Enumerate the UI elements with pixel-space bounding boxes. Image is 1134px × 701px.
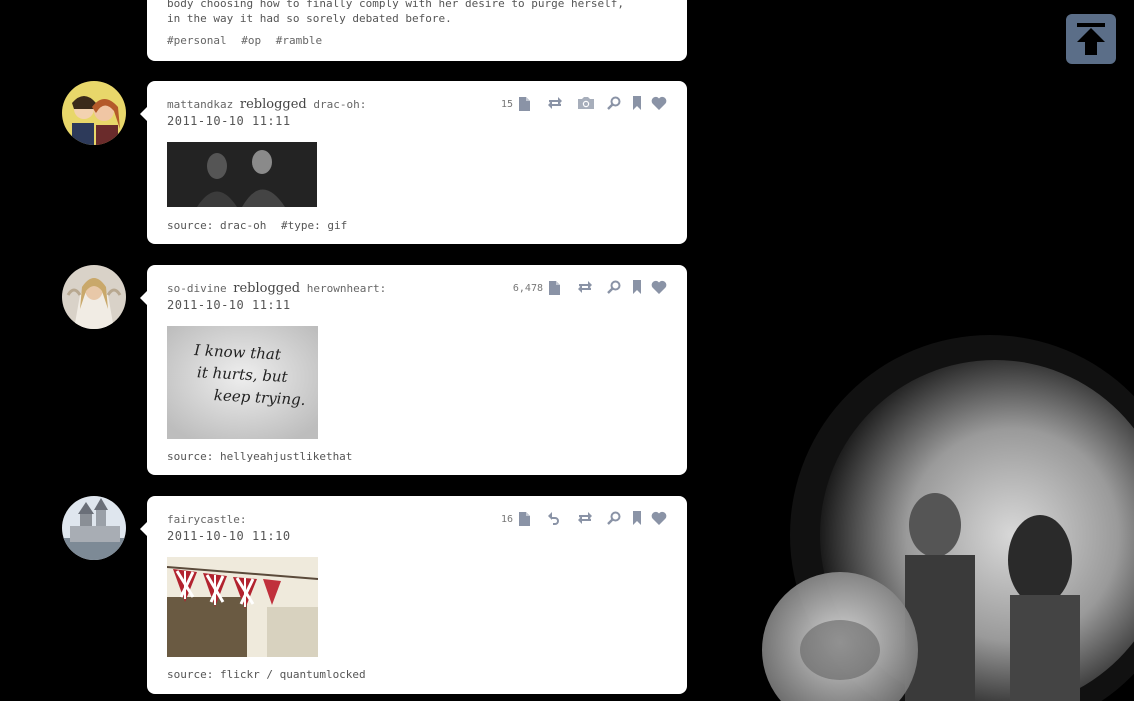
- post-date[interactable]: 2011-10-10 11:11: [167, 297, 386, 314]
- post-image[interactable]: [167, 557, 318, 657]
- reblog-verb: reblogged: [239, 97, 307, 112]
- tag-link[interactable]: #type: gif: [281, 219, 347, 232]
- heart-icon[interactable]: [651, 511, 669, 527]
- post-card-top: body choosing how to finally comply with…: [147, 0, 687, 61]
- post-meta: mattandkaz reblogged drac-oh: 2011-10-10…: [167, 96, 366, 130]
- heart-icon[interactable]: [651, 280, 669, 296]
- post-text-line: body choosing how to finally comply with…: [167, 0, 624, 10]
- reply-icon[interactable]: [547, 511, 565, 527]
- background-art: [762, 335, 1134, 701]
- reblog-icon[interactable]: [547, 96, 565, 112]
- post-caption: source: flickr / quantumlocked: [167, 668, 366, 681]
- search-icon[interactable]: [607, 96, 625, 112]
- tag-link[interactable]: #ramble: [276, 34, 322, 47]
- scroll-to-top-button[interactable]: [1066, 14, 1116, 64]
- bookmark-icon[interactable]: [633, 96, 643, 112]
- post-caption: source: drac-oh #type: gif: [167, 219, 347, 232]
- source-user-link[interactable]: drac-oh:: [313, 98, 366, 111]
- source-link[interactable]: source: hellyeahjustlikethat: [167, 450, 352, 463]
- arrow-up-icon: [1077, 23, 1105, 55]
- avatar[interactable]: [62, 265, 126, 329]
- image-text-line: keep trying.: [213, 386, 306, 409]
- tag-link[interactable]: #personal: [167, 34, 227, 47]
- camera-icon[interactable]: [577, 96, 595, 112]
- post-caption: source: hellyeahjustlikethat: [167, 450, 352, 463]
- avatar[interactable]: [62, 81, 126, 145]
- tag-link[interactable]: #op: [241, 34, 261, 47]
- avatar[interactable]: [62, 496, 126, 560]
- document-icon[interactable]: [517, 96, 535, 112]
- notes-count[interactable]: 6,478: [513, 283, 543, 294]
- post-image[interactable]: [167, 142, 317, 207]
- reblog-verb: reblogged: [233, 281, 301, 296]
- post-card: mattandkaz reblogged drac-oh: 2011-10-10…: [140, 81, 687, 244]
- image-handwriting: I know that it hurts, but keep trying.: [191, 339, 308, 411]
- post-date[interactable]: 2011-10-10 11:10: [167, 528, 291, 545]
- post-card: so-divine reblogged herownheart: 2011-10…: [140, 265, 687, 475]
- username-link[interactable]: so-divine: [167, 282, 227, 295]
- post-text: body choosing how to finally comply with…: [167, 0, 624, 26]
- source-link[interactable]: source: flickr / quantumlocked: [167, 668, 366, 681]
- source-link[interactable]: source: drac-oh: [167, 219, 266, 232]
- post-tags: #personal #op #ramble: [167, 34, 322, 47]
- post-actions: 15: [501, 95, 669, 113]
- post-date[interactable]: 2011-10-10 11:11: [167, 113, 366, 130]
- bookmark-icon[interactable]: [633, 511, 643, 527]
- post-meta: so-divine reblogged herownheart: 2011-10…: [167, 280, 386, 314]
- username-link[interactable]: fairycastle:: [167, 513, 246, 526]
- notes-count[interactable]: 16: [501, 514, 513, 525]
- reblog-icon[interactable]: [577, 280, 595, 296]
- image-text-line: it hurts, but: [196, 363, 289, 386]
- notes-count[interactable]: 15: [501, 99, 513, 110]
- document-icon[interactable]: [547, 280, 565, 296]
- post-actions: 16: [501, 510, 669, 528]
- post-text-line: in the way it had so sorely debated befo…: [167, 12, 452, 25]
- post-card: fairycastle: 2011-10-10 11:10 16 source:…: [140, 496, 687, 694]
- username-link[interactable]: mattandkaz: [167, 98, 233, 111]
- post-image[interactable]: I know that it hurts, but keep trying.: [167, 326, 318, 439]
- source-user-link[interactable]: herownheart:: [307, 282, 386, 295]
- search-icon[interactable]: [607, 511, 625, 527]
- bookmark-icon[interactable]: [633, 280, 643, 296]
- post-actions: 6,478: [513, 279, 669, 297]
- search-icon[interactable]: [607, 280, 625, 296]
- heart-icon[interactable]: [651, 96, 669, 112]
- document-icon[interactable]: [517, 511, 535, 527]
- post-meta: fairycastle: 2011-10-10 11:10: [167, 511, 291, 545]
- reblog-icon[interactable]: [577, 511, 595, 527]
